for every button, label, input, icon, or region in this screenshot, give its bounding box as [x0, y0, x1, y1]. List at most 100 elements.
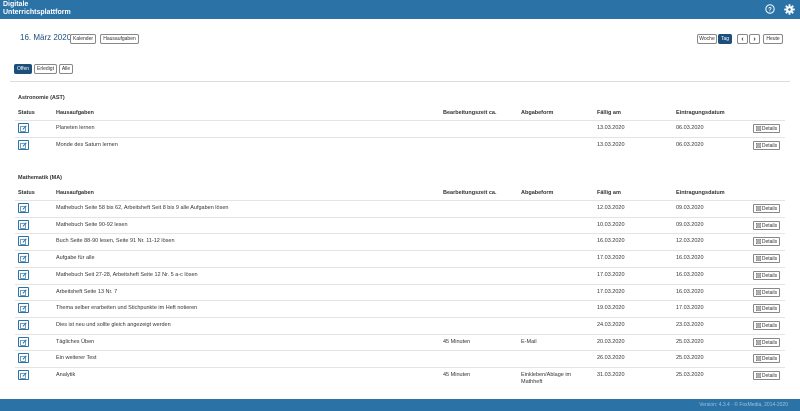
status-button[interactable]	[18, 287, 29, 297]
status-button[interactable]	[18, 123, 29, 133]
edit-icon	[20, 321, 27, 329]
details-button[interactable]: Details	[753, 204, 780, 213]
status-button[interactable]	[18, 220, 29, 230]
cell-task: Tägliches Üben	[56, 339, 95, 345]
details-button[interactable]: Details	[753, 141, 780, 150]
column-header-status: Status	[18, 190, 35, 196]
details-button[interactable]: Details	[753, 237, 780, 246]
status-button[interactable]	[18, 236, 29, 246]
details-label: Details	[761, 222, 778, 229]
brand-line-1: Digitale	[3, 1, 29, 8]
status-button[interactable]	[18, 140, 29, 150]
edit-icon	[20, 288, 27, 296]
details-label: Details	[761, 322, 778, 329]
row-divider	[15, 367, 785, 368]
list-icon	[755, 273, 761, 278]
row-divider	[15, 120, 785, 121]
cell-task: Buch Seite 88-90 lesen, Seite 91 Nr. 11-…	[56, 238, 175, 244]
edit-icon	[20, 124, 27, 132]
gear-icon[interactable]	[783, 3, 795, 15]
status-button[interactable]	[18, 303, 29, 313]
cell-due: 16.03.2020	[597, 238, 625, 244]
column-header-due: Fällig am	[597, 190, 621, 196]
cell-due: 19.03.2020	[597, 305, 625, 311]
cell-entered: 12.03.2020	[676, 238, 704, 244]
row-divider	[15, 284, 785, 285]
edit-icon	[20, 221, 27, 229]
details-label: Details	[761, 238, 778, 245]
day-view-button[interactable]: Tag	[718, 34, 732, 44]
status-button[interactable]	[18, 320, 29, 330]
list-icon	[755, 306, 761, 311]
status-button[interactable]	[18, 253, 29, 263]
footer: Version: 4.3.4 · © FoxMedia, 2014-2020	[0, 399, 800, 411]
details-button[interactable]: Details	[753, 304, 780, 313]
prev-day-button[interactable]: ‹	[737, 34, 748, 44]
cell-due: 17.03.2020	[597, 255, 625, 261]
status-button[interactable]	[18, 203, 29, 213]
status-button[interactable]	[18, 337, 29, 347]
cell-due: 17.03.2020	[597, 289, 625, 295]
edit-icon	[20, 371, 27, 379]
details-label: Details	[761, 272, 778, 279]
cell-due: 13.03.2020	[597, 125, 625, 131]
cell-form: Einkleben/Ablage im Mathheft	[521, 372, 572, 385]
row-divider	[15, 267, 785, 268]
today-button[interactable]: Heute	[763, 34, 783, 44]
cell-entered: 06.03.2020	[676, 125, 704, 131]
cell-due: 26.03.2020	[597, 355, 625, 361]
row-divider	[15, 350, 785, 351]
cell-entered: 23.03.2020	[676, 322, 704, 328]
status-button[interactable]	[18, 353, 29, 363]
list-icon	[755, 290, 761, 295]
cell-time: 45 Minuten	[443, 372, 471, 378]
cell-task: Monde des Saturn lernen	[56, 142, 118, 148]
list-icon	[755, 206, 761, 211]
details-label: Details	[761, 125, 778, 132]
homework-button[interactable]: Hausaufgaben	[100, 34, 139, 44]
cell-task: Mathebuch Seite 90-92 lesen	[56, 222, 128, 228]
list-icon	[755, 223, 761, 228]
divider	[10, 81, 790, 82]
details-button[interactable]: Details	[753, 288, 780, 297]
status-button[interactable]	[18, 270, 29, 280]
cell-entered: 17.03.2020	[676, 305, 704, 311]
details-button[interactable]: Details	[753, 338, 780, 347]
details-button[interactable]: Details	[753, 221, 780, 230]
row-divider	[15, 200, 785, 201]
details-button[interactable]: Details	[753, 271, 780, 280]
cell-due: 17.03.2020	[597, 272, 625, 278]
cell-task: Aufgabe für alle	[56, 255, 95, 261]
cell-entered: 16.03.2020	[676, 255, 704, 261]
details-button[interactable]: Details	[753, 321, 780, 330]
cell-entered: 16.03.2020	[676, 289, 704, 295]
details-button[interactable]: Details	[753, 371, 780, 380]
filter-done-button[interactable]: Erledigt	[34, 64, 57, 74]
list-icon	[755, 323, 761, 328]
cell-due: 12.03.2020	[597, 205, 625, 211]
next-day-button[interactable]: ›	[749, 34, 760, 44]
cell-task: Dies ist neu und sollte gleich angezeigt…	[56, 322, 171, 328]
app-brand[interactable]: Digitale Unterrichtsplattform	[3, 1, 71, 17]
cell-time: 45 Minuten	[443, 339, 471, 345]
cell-form: E-Mail	[521, 339, 537, 345]
details-label: Details	[761, 255, 778, 262]
column-header-status: Status	[18, 110, 35, 116]
filter-open-button[interactable]: Offen	[14, 64, 32, 74]
row-divider	[15, 137, 785, 138]
cell-entered: 06.03.2020	[676, 142, 704, 148]
filter-all-button[interactable]: Alle	[59, 64, 73, 74]
cell-entered: 09.03.2020	[676, 222, 704, 228]
details-button[interactable]: Details	[753, 124, 780, 133]
details-button[interactable]: Details	[753, 254, 780, 263]
week-view-button[interactable]: Woche	[697, 34, 717, 44]
edit-icon	[20, 237, 27, 245]
details-button[interactable]: Details	[753, 354, 780, 363]
details-label: Details	[761, 289, 778, 296]
edit-icon	[20, 271, 27, 279]
details-label: Details	[761, 339, 778, 346]
details-label: Details	[761, 372, 778, 379]
status-button[interactable]	[18, 370, 29, 380]
calendar-button[interactable]: Kalender	[70, 34, 96, 44]
help-icon[interactable]: ?	[764, 3, 776, 15]
